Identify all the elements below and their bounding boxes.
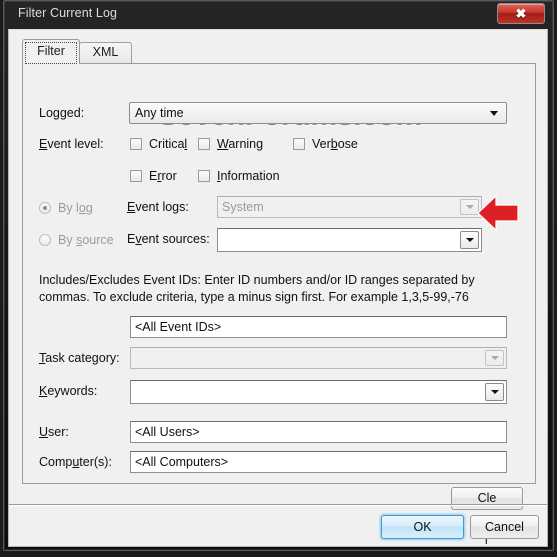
dialog-client-area: Filter XML SevenForums.com Logged: Any t…	[8, 29, 548, 547]
radio-by-log-circle	[39, 202, 51, 214]
tab-filter[interactable]: Filter	[22, 39, 80, 64]
clear-button[interactable]: Clear	[451, 487, 523, 547]
close-button[interactable]: ✖	[497, 3, 545, 24]
filter-tab-panel: SevenForums.com Logged: Any time Event l…	[22, 63, 536, 547]
cancel-button[interactable]: Cancel	[470, 515, 539, 539]
keywords-label: Keywords:	[39, 384, 98, 398]
checkbox-warning-box	[198, 138, 210, 150]
task-category-label: Task category:	[39, 351, 120, 365]
radio-by-source-label: By source	[58, 233, 114, 247]
task-category-combo[interactable]	[130, 347, 507, 369]
chevron-down-icon	[490, 390, 499, 394]
event-logs-combo[interactable]: System	[217, 196, 482, 218]
computers-value: <All Computers>	[135, 455, 229, 469]
checkbox-verbose-box	[293, 138, 305, 150]
chevron-down-icon	[465, 238, 474, 242]
checkbox-critical-label: Critical	[149, 137, 188, 151]
close-icon: ✖	[515, 6, 527, 21]
keywords-dropdown-button[interactable]	[485, 383, 504, 401]
tab-filter-label: Filter	[37, 44, 65, 58]
ok-button[interactable]: OK	[381, 515, 464, 539]
event-logs-label: Event logs:	[127, 200, 189, 214]
cancel-button-label: Cancel	[485, 520, 524, 534]
radio-by-source-circle	[39, 234, 51, 246]
event-sources-combo[interactable]	[217, 228, 482, 252]
screenshot-root: Filter Current Log ✖ Filter XML SevenFor	[0, 0, 557, 557]
task-category-dropdown-button[interactable]	[485, 350, 504, 366]
checkbox-error-label: Error	[149, 169, 177, 183]
footer-separator	[9, 504, 547, 506]
event-ids-help-text: Includes/Excludes Event IDs: Enter ID nu…	[39, 273, 475, 304]
event-ids-input[interactable]: <All Event IDs>	[130, 316, 507, 338]
event-ids-value: <All Event IDs>	[135, 320, 222, 334]
radio-by-log-label: By log	[58, 201, 93, 215]
keywords-combo[interactable]	[130, 380, 507, 404]
event-logs-value: System	[222, 200, 264, 214]
tab-xml-label: XML	[92, 45, 119, 59]
logged-combo[interactable]: Any time	[129, 102, 507, 124]
annotation-arrow-left-icon	[476, 192, 520, 234]
ok-button-label: OK	[413, 520, 432, 534]
logged-value: Any time	[135, 106, 184, 120]
tab-strip: Filter XML	[22, 39, 522, 64]
chevron-down-icon	[465, 205, 474, 209]
checkbox-information-box	[198, 170, 210, 182]
checkbox-error-box	[130, 170, 142, 182]
checkbox-information-label: Information	[217, 169, 280, 183]
tab-xml[interactable]: XML	[79, 42, 132, 63]
window-frame: Filter Current Log ✖ Filter XML SevenFor	[0, 0, 557, 557]
checkbox-warning-label: Warning	[217, 137, 264, 151]
chevron-down-icon	[490, 356, 499, 360]
event-level-label: Event level:	[39, 137, 104, 151]
checkbox-verbose-label: Verbose	[312, 137, 358, 151]
title-bar[interactable]: Filter Current Log ✖	[4, 1, 552, 28]
logged-label: Logged:	[39, 106, 85, 120]
user-label: User:	[39, 425, 69, 439]
user-value: <All Users>	[135, 425, 200, 439]
checkbox-critical-box	[130, 138, 142, 150]
window-title: Filter Current Log	[18, 6, 118, 20]
chevron-down-icon	[490, 111, 498, 116]
user-input[interactable]: <All Users>	[130, 421, 507, 443]
computers-input[interactable]: <All Computers>	[130, 451, 507, 473]
event-sources-label: Event sources:	[127, 232, 210, 246]
computers-label: Computer(s):	[39, 455, 112, 469]
